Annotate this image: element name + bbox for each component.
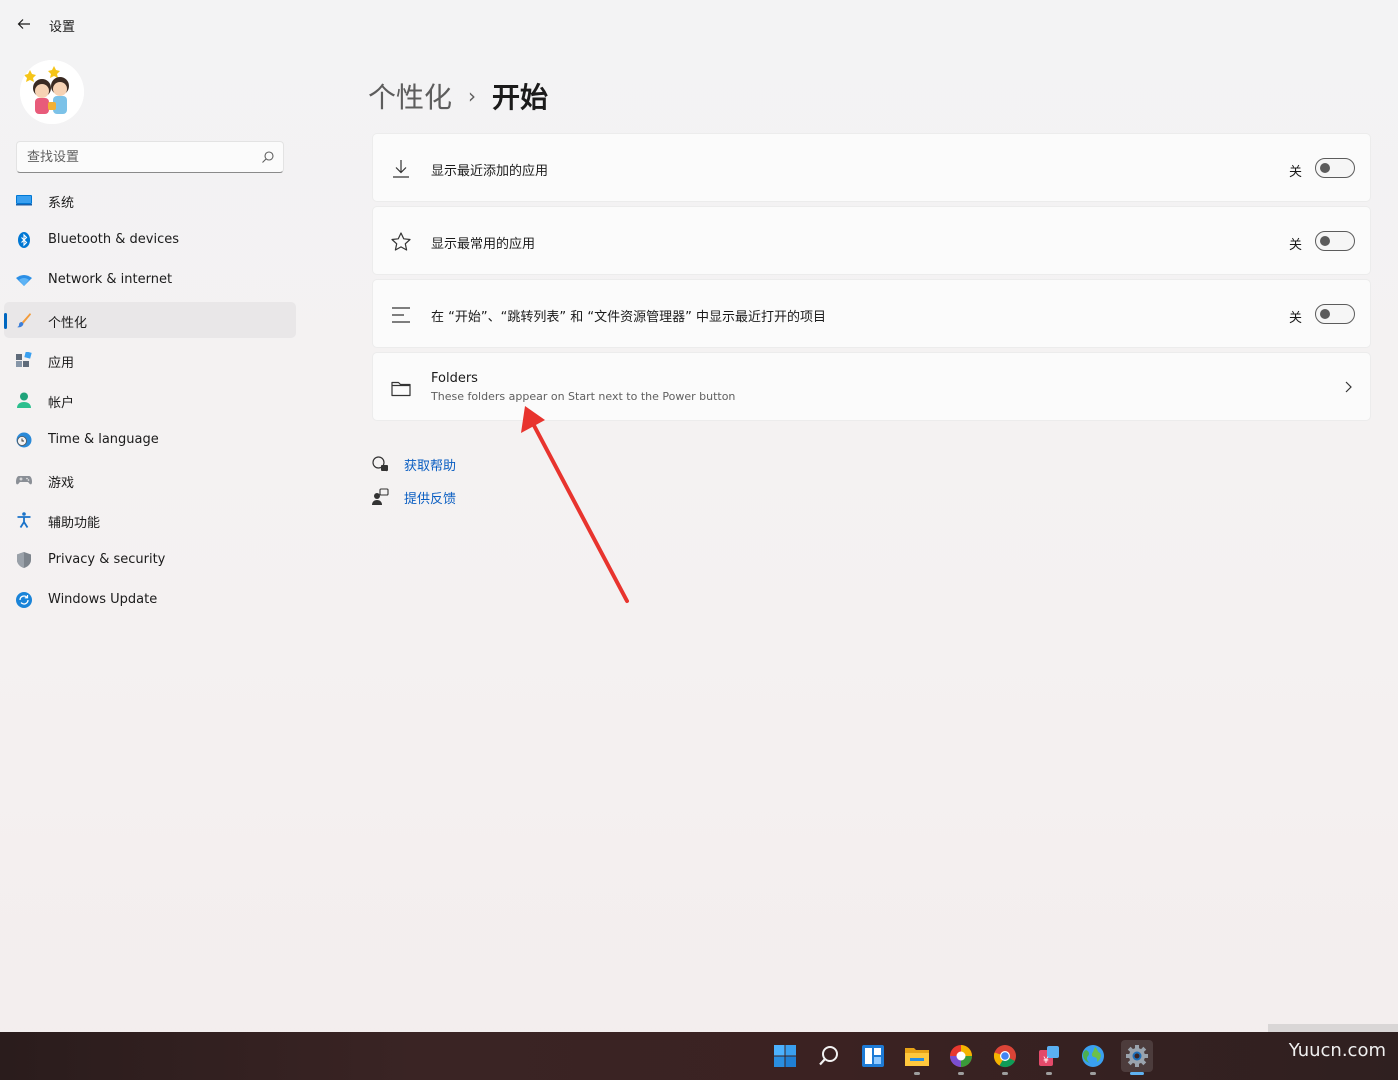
update-icon bbox=[16, 592, 32, 608]
download-icon bbox=[393, 160, 409, 178]
sidebar-item-label: 帐户 bbox=[48, 396, 75, 411]
sidebar-item-gaming[interactable]: 游戏 bbox=[4, 462, 296, 498]
back-button[interactable] bbox=[10, 10, 38, 38]
search-box[interactable] bbox=[16, 141, 284, 173]
toggle-state-label: 关 bbox=[1289, 311, 1303, 326]
sidebar-item-privacy[interactable]: Privacy & security bbox=[4, 542, 296, 578]
running-indicator bbox=[958, 1072, 964, 1075]
bluetooth-icon bbox=[16, 232, 32, 248]
title-bar: 设置 bbox=[0, 0, 1398, 48]
running-indicator bbox=[1046, 1072, 1052, 1075]
sidebar-item-label: Windows Update bbox=[48, 592, 158, 607]
chrome-icon[interactable] bbox=[989, 1040, 1021, 1075]
running-indicator bbox=[1090, 1072, 1096, 1075]
sidebar-item-label: 游戏 bbox=[48, 476, 75, 491]
toggle-state-label: 关 bbox=[1289, 165, 1303, 180]
sidebar-item-windows-update[interactable]: Windows Update bbox=[4, 582, 296, 618]
get-help-link[interactable]: 获取帮助 bbox=[371, 454, 456, 474]
toggle-knob bbox=[1320, 163, 1330, 173]
setting-label: 在 “开始”、“跳转列表” 和 “文件资源管理器” 中显示最近打开的项目 bbox=[431, 310, 826, 325]
running-indicator bbox=[914, 1072, 920, 1075]
accessibility-icon bbox=[16, 512, 32, 528]
running-indicator bbox=[1130, 1072, 1144, 1075]
brush-icon bbox=[16, 312, 32, 328]
setting-recently-added-apps: 显示最近添加的应用 关 bbox=[372, 133, 1371, 202]
gamepad-icon bbox=[16, 472, 32, 488]
sidebar-item-label: Network & internet bbox=[48, 272, 173, 287]
toggle-knob bbox=[1320, 236, 1330, 246]
account-icon bbox=[16, 392, 32, 408]
breadcrumb-separator: › bbox=[468, 84, 477, 108]
page-title: 开始 bbox=[492, 81, 549, 114]
get-help-text: 获取帮助 bbox=[404, 458, 457, 474]
sidebar-item-label: 个性化 bbox=[48, 316, 88, 331]
feedback-icon bbox=[372, 488, 389, 505]
folders-title: Folders bbox=[431, 371, 478, 386]
globe-app-icon[interactable] bbox=[1077, 1040, 1109, 1075]
red-app-icon[interactable]: ¥ bbox=[1033, 1040, 1065, 1075]
avatar[interactable] bbox=[20, 60, 84, 124]
back-arrow-icon bbox=[17, 19, 30, 29]
taskbar-edge bbox=[1268, 1024, 1398, 1032]
give-feedback-link[interactable]: 提供反馈 bbox=[371, 487, 456, 507]
sidebar-item-label: Privacy & security bbox=[48, 552, 166, 567]
windows-start-icon[interactable] bbox=[769, 1040, 801, 1072]
give-feedback-text: 提供反馈 bbox=[404, 491, 457, 507]
running-indicator bbox=[1002, 1072, 1008, 1075]
sidebar-item-label: 辅助功能 bbox=[48, 516, 101, 531]
sidebar-item-network[interactable]: Network & internet bbox=[4, 262, 296, 298]
apps-icon bbox=[16, 352, 32, 368]
star-icon bbox=[391, 232, 411, 251]
watermark-text: Yuucn.com bbox=[1288, 1040, 1386, 1061]
widgets-icon[interactable] bbox=[857, 1040, 889, 1072]
toggle-state-label: 关 bbox=[1289, 238, 1303, 253]
search-input[interactable] bbox=[17, 142, 257, 172]
help-chat-icon bbox=[372, 456, 388, 472]
setting-recently-opened-items: 在 “开始”、“跳转列表” 和 “文件资源管理器” 中显示最近打开的项目 关 bbox=[372, 279, 1371, 348]
setting-most-used-apps: 显示最常用的应用 关 bbox=[372, 206, 1371, 275]
taskbar: ¥ bbox=[0, 1032, 1398, 1080]
file-explorer-icon[interactable] bbox=[901, 1040, 933, 1075]
recently-added-apps-toggle[interactable] bbox=[1315, 158, 1355, 178]
recently-opened-items-toggle[interactable] bbox=[1315, 304, 1355, 324]
settings-gear-icon[interactable] bbox=[1121, 1040, 1153, 1075]
sidebar-item-label: Bluetooth & devices bbox=[48, 232, 179, 247]
most-used-apps-toggle[interactable] bbox=[1315, 231, 1355, 251]
sidebar-item-label: 系统 bbox=[48, 196, 75, 211]
globe-clock-icon bbox=[16, 432, 32, 448]
sidebar-item-bluetooth[interactable]: Bluetooth & devices bbox=[4, 222, 296, 258]
sidebar-item-label: Time & language bbox=[48, 432, 159, 447]
sidebar-nav: 系统 Bluetooth & devices Network & interne… bbox=[4, 182, 296, 622]
search-icon[interactable] bbox=[813, 1040, 845, 1072]
setting-label: 显示最近添加的应用 bbox=[431, 164, 549, 179]
sidebar-item-apps[interactable]: 应用 bbox=[4, 342, 296, 378]
colorful-app-icon[interactable] bbox=[945, 1040, 977, 1075]
search-icon bbox=[262, 151, 274, 163]
folder-icon bbox=[391, 381, 411, 397]
shield-icon bbox=[16, 552, 32, 568]
setting-label: 显示最常用的应用 bbox=[431, 237, 536, 252]
sidebar-item-personalization[interactable]: 个性化 bbox=[4, 302, 296, 338]
system-icon bbox=[16, 192, 32, 208]
sidebar-item-accessibility[interactable]: 辅助功能 bbox=[4, 502, 296, 538]
breadcrumb: 个性化 › 开始 bbox=[368, 76, 548, 116]
avatar-image bbox=[20, 60, 84, 124]
sidebar-item-label: 应用 bbox=[48, 356, 75, 371]
chevron-right-icon bbox=[1345, 381, 1352, 393]
folders-subtitle: These folders appear on Start next to th… bbox=[431, 390, 736, 403]
toggle-knob bbox=[1320, 309, 1330, 319]
breadcrumb-parent[interactable]: 个性化 bbox=[368, 76, 452, 116]
list-icon bbox=[392, 307, 410, 323]
app-title: 设置 bbox=[49, 20, 76, 35]
folders-link-card[interactable]: Folders These folders appear on Start ne… bbox=[372, 352, 1371, 421]
sidebar-item-accounts[interactable]: 帐户 bbox=[4, 382, 296, 418]
wifi-icon bbox=[16, 272, 32, 288]
sidebar-item-time-language[interactable]: Time & language bbox=[4, 422, 296, 458]
svg-text:¥: ¥ bbox=[1043, 1056, 1049, 1066]
sidebar-item-system[interactable]: 系统 bbox=[4, 182, 296, 218]
